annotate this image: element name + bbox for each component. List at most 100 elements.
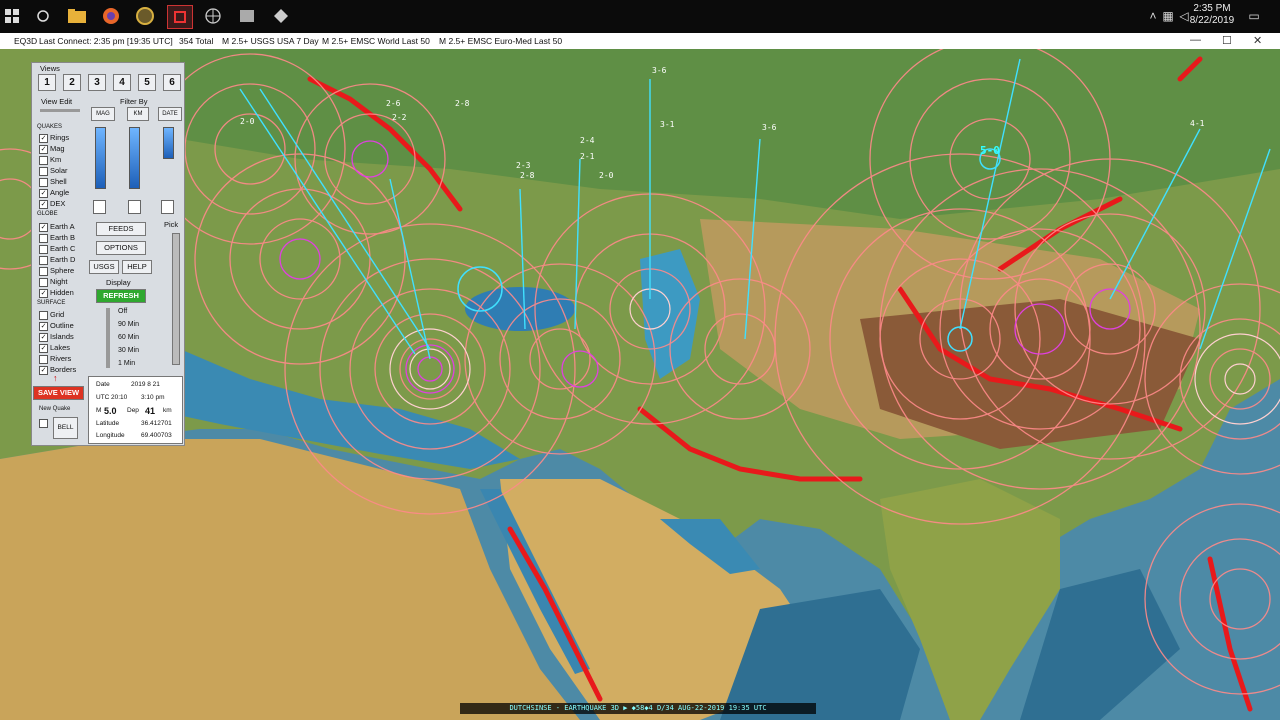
usgs-button[interactable]: USGS xyxy=(89,260,119,274)
info-magnitude: 5.0 xyxy=(104,406,117,416)
info-date-label: Date xyxy=(96,381,110,388)
views-label: Views xyxy=(40,64,60,73)
refresh-60-option[interactable]: 60 Min xyxy=(118,334,139,341)
refresh-slider[interactable] xyxy=(106,308,110,368)
earthquake-map[interactable]: 3-6 3-1 3-6 2-8 2-3 2-8 2-4 2-1 2-0 5-0 … xyxy=(0,49,1280,720)
map-label: 2-4 xyxy=(580,136,595,145)
refresh-30-option[interactable]: 30 Min xyxy=(118,347,139,354)
earth-a-checkbox[interactable]: ✓ xyxy=(39,223,48,232)
close-button[interactable]: ✕ xyxy=(1253,34,1262,47)
km-checkbox[interactable] xyxy=(39,156,48,165)
bell-button[interactable]: BELL xyxy=(53,417,78,439)
earth-b-checkbox[interactable] xyxy=(39,234,48,243)
grid-checkbox[interactable] xyxy=(39,311,48,320)
solar-checkbox[interactable] xyxy=(39,167,48,176)
angle-checkbox[interactable]: ✓ xyxy=(39,189,48,198)
shell-checkbox[interactable] xyxy=(39,178,48,187)
refresh-button[interactable]: REFRESH xyxy=(96,289,146,303)
help-button[interactable]: HELP xyxy=(122,260,152,274)
total-count: 354 Total xyxy=(179,36,214,46)
view-button-3[interactable]: 3 xyxy=(88,74,106,91)
map-label: 5-0 xyxy=(980,144,1000,157)
map-label: 2-8 xyxy=(520,171,535,180)
refresh-off-option[interactable]: Off xyxy=(118,308,127,315)
save-view-button[interactable]: SAVE VIEW xyxy=(33,386,84,400)
new-quake-label: New Quake xyxy=(39,406,71,412)
filter-km-button[interactable]: KM xyxy=(127,107,149,121)
recorder-icon[interactable] xyxy=(167,5,193,29)
earth-d-checkbox[interactable] xyxy=(39,256,48,265)
info-m-label: M xyxy=(96,407,102,414)
filter-mag-slider[interactable] xyxy=(95,127,106,189)
rings-checkbox[interactable]: ✓ xyxy=(39,134,48,143)
filter-mag-stepper[interactable] xyxy=(93,200,106,214)
map-label: 3-1 xyxy=(660,120,675,129)
info-date: 2019 8 21 xyxy=(131,381,160,388)
globe-app-icon[interactable] xyxy=(201,5,225,27)
map-label: 3-6 xyxy=(652,66,667,75)
rivers-checkbox[interactable] xyxy=(39,355,48,364)
map-label: 2-2 xyxy=(392,113,407,122)
pick-label: Pick xyxy=(164,220,179,229)
map-label: 4-1 xyxy=(1190,119,1205,128)
app-icon-diamond[interactable] xyxy=(269,5,293,27)
map-label: 2-3 xyxy=(516,161,531,170)
file-explorer-icon[interactable] xyxy=(65,5,89,27)
earth-c-checkbox[interactable] xyxy=(39,245,48,254)
km-label: Km xyxy=(50,155,62,164)
feeds-button[interactable]: FEEDS xyxy=(96,222,146,236)
surface-label: SURFACE xyxy=(37,300,66,306)
taskbar: ˄ ▦ ◁ 2:35 PM 8/22/2019 ▭ xyxy=(0,0,1280,33)
feed-emsc-world: M 2.5+ EMSC World Last 50 xyxy=(322,36,430,46)
lakes-checkbox[interactable]: ✓ xyxy=(39,344,48,353)
filter-km-stepper[interactable] xyxy=(128,200,141,214)
map-label: 3-6 xyxy=(762,123,777,132)
filter-date-button[interactable]: DATE xyxy=(158,107,182,121)
app-name: EQ3D xyxy=(14,36,38,46)
minimize-button[interactable]: — xyxy=(1190,34,1201,46)
search-icon[interactable] xyxy=(31,5,55,27)
filter-date-slider[interactable] xyxy=(163,127,174,159)
feed-usgs: M 2.5+ USGS USA 7 Day xyxy=(222,36,319,46)
app-icon-gold[interactable] xyxy=(133,5,157,27)
maximize-button[interactable]: ☐ xyxy=(1222,34,1232,47)
filter-mag-button[interactable]: MAG xyxy=(91,107,115,121)
refresh-1-option[interactable]: 1 Min xyxy=(118,360,135,367)
info-longitude: 69.400703 xyxy=(141,432,172,439)
system-clock[interactable]: 2:35 PM 8/22/2019 xyxy=(1182,3,1242,27)
windows-start-icon[interactable] xyxy=(0,5,24,27)
hidden-checkbox[interactable]: ✓ xyxy=(39,289,48,298)
earth-d-label: Earth D xyxy=(50,255,76,264)
view-button-2[interactable]: 2 xyxy=(63,74,81,91)
notification-icon[interactable]: ▭ xyxy=(1244,4,1264,28)
view-button-6[interactable]: 6 xyxy=(163,74,181,91)
dex-label: DEX xyxy=(50,199,66,208)
view-button-4[interactable]: 4 xyxy=(113,74,131,91)
info-lat-label: Latitude xyxy=(96,420,120,427)
night-checkbox[interactable] xyxy=(39,278,48,287)
clock-date: 8/22/2019 xyxy=(1189,15,1235,26)
filter-date-stepper[interactable] xyxy=(161,200,174,214)
view-button-5[interactable]: 5 xyxy=(138,74,156,91)
outline-checkbox[interactable]: ✓ xyxy=(39,322,48,331)
pick-slider[interactable] xyxy=(172,233,180,365)
dex-checkbox[interactable]: ✓ xyxy=(39,200,48,209)
options-button[interactable]: OPTIONS xyxy=(96,241,146,255)
view-edit-label[interactable]: View Edit xyxy=(41,97,72,106)
sphere-checkbox[interactable] xyxy=(39,267,48,276)
firefox-icon[interactable] xyxy=(99,5,123,27)
network-icon[interactable]: ▦ xyxy=(1160,4,1176,28)
app-icon-window[interactable] xyxy=(235,5,259,27)
borders-checkbox[interactable]: ✓ xyxy=(39,366,48,375)
view-button-1[interactable]: 1 xyxy=(38,74,56,91)
info-local-time: 3:10 pm xyxy=(141,394,165,401)
tray-chevron-icon[interactable]: ˄ xyxy=(1146,4,1160,28)
window-title-bar: EQ3D Last Connect: 2:35 pm [19:35 UTC] 3… xyxy=(0,33,1280,49)
islands-checkbox[interactable]: ✓ xyxy=(39,333,48,342)
filter-km-slider[interactable] xyxy=(129,127,140,189)
new-quake-checkbox[interactable] xyxy=(39,419,48,428)
view-edit-slider[interactable] xyxy=(40,109,80,112)
refresh-90-option[interactable]: 90 Min xyxy=(118,321,139,328)
sphere-label: Sphere xyxy=(50,266,75,275)
mag-checkbox[interactable]: ✓ xyxy=(39,145,48,154)
